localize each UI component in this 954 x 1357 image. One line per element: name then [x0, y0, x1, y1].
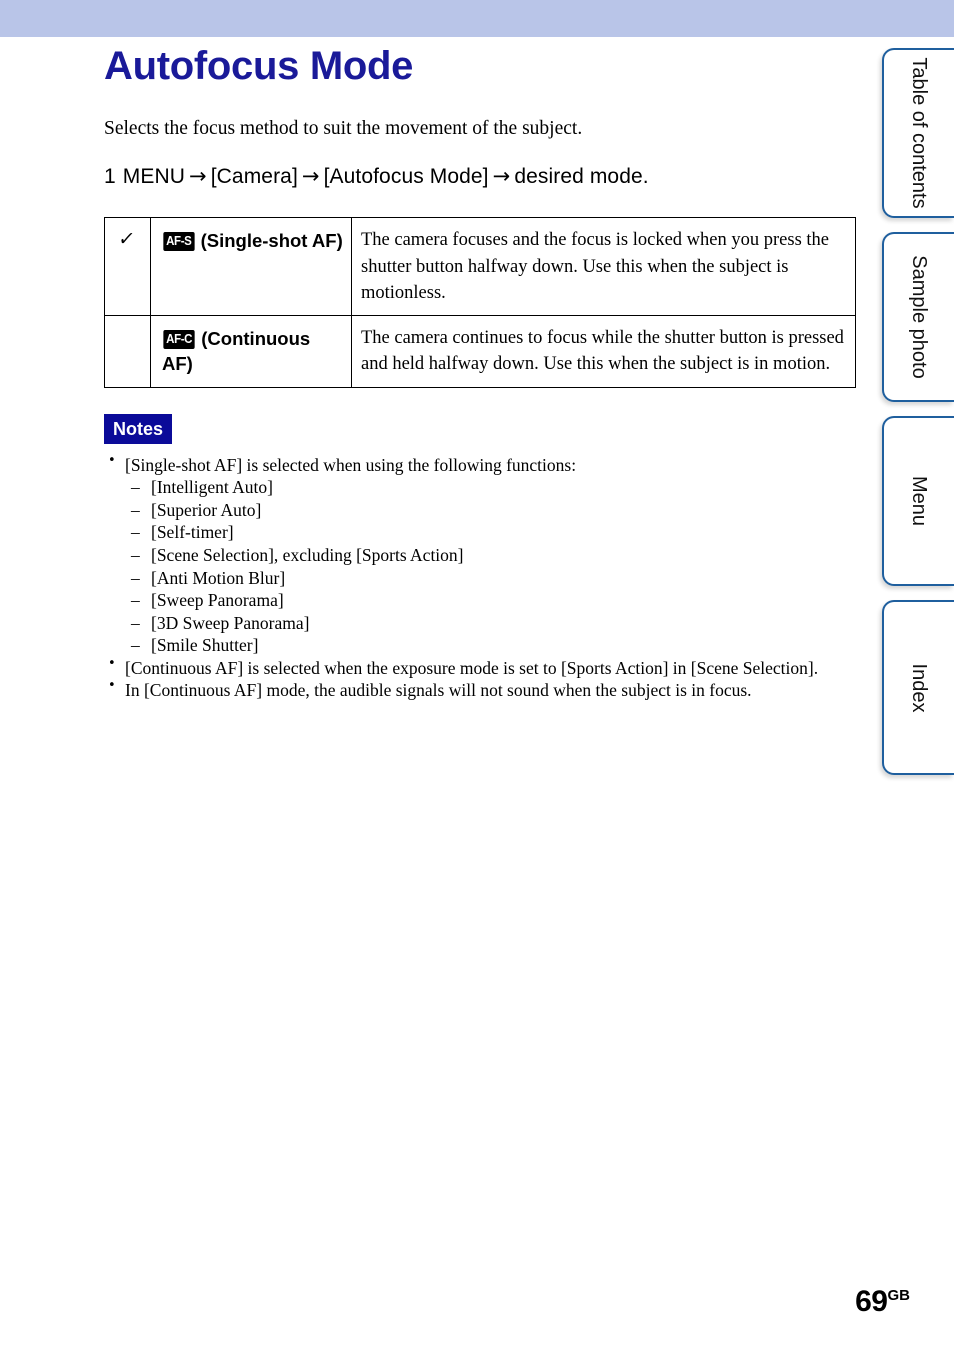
af-s-badge-icon: AF-S [163, 232, 195, 251]
mode-description-cell: The camera continues to focus while the … [351, 315, 856, 388]
mode-name-wrapper: AF-S (Single-shot AF) [151, 218, 351, 263]
step-menu-label: MENU [122, 165, 186, 189]
list-item: – [Scene Selection], excluding [Sports Ac… [125, 544, 856, 567]
dash-icon: – [131, 477, 140, 498]
mode-label: (Single-shot AF) [200, 230, 343, 252]
tab-table-of-contents[interactable]: Table of contents [882, 48, 954, 218]
list-item: – [Anti Motion Blur] [125, 567, 856, 590]
arrow-icon-3: → [492, 164, 511, 189]
note-text: [Single-shot AF] is selected when using … [125, 454, 577, 475]
dash-icon: – [131, 522, 140, 543]
dash-icon: – [131, 499, 140, 520]
autofocus-options-table: ✓ AF-S (Single-shot AF) The camera focuse… [104, 217, 856, 388]
page-title: Autofocus Mode [104, 44, 414, 88]
list-item: – [Intelligent Auto] [125, 476, 856, 499]
list-item: • [Single-shot AF] is selected when usin… [104, 452, 856, 657]
side-navigation-tabs: Table of contents Sample photo Menu Inde… [882, 48, 954, 789]
dash-icon: – [131, 635, 140, 656]
note-sub-text: [Smile Shutter] [151, 635, 259, 656]
dash-icon: – [131, 567, 140, 588]
bullet-icon: • [108, 452, 116, 468]
mode-name-cell: AF-S (Single-shot AF) [150, 217, 352, 317]
note-sub-text: [Sweep Panorama] [151, 590, 284, 611]
default-selection-cell [104, 315, 151, 388]
intro-description: Selects the focus method to suit the mov… [104, 117, 583, 139]
page-number-suffix: GB [887, 1287, 911, 1304]
tab-label: Sample photo [908, 255, 931, 379]
note-sub-text: [Anti Motion Blur] [151, 567, 286, 588]
page-number: 69GB [855, 1285, 910, 1319]
mode-description: The camera continues to focus while the … [361, 328, 844, 375]
step-part-desired-mode: desired mode. [514, 165, 649, 189]
table-row: AF-C (Continuous AF) The camera continues… [104, 315, 856, 388]
note-sub-text: [Self-timer] [151, 522, 234, 543]
tab-label: Index [908, 663, 931, 712]
tab-index[interactable]: Index [882, 600, 954, 775]
list-item: – [Smile Shutter] [125, 634, 856, 657]
note-sub-text: [Superior Auto] [151, 499, 262, 520]
menu-path-step: 1 MENU → [Camera] → [Autofocus Mode] → desired … [104, 141, 856, 189]
list-item: – [Superior Auto] [125, 499, 856, 522]
tab-label: Menu [908, 475, 931, 527]
checkmark-icon-empty [104, 316, 151, 328]
mode-description: The camera focuses and the focus is lock… [361, 230, 829, 303]
bullet-icon: • [108, 655, 116, 671]
dash-icon: – [131, 544, 140, 565]
notes-heading-badge: Notes [104, 413, 173, 444]
dash-icon: – [131, 590, 140, 611]
note-sub-text: [Intelligent Auto] [151, 477, 273, 498]
list-item: – [Self-timer] [125, 521, 856, 544]
dash-icon: – [131, 612, 140, 633]
list-item: • [Continuous AF] is selected when the e… [104, 655, 856, 680]
note-sub-text: [Scene Selection], excluding [Sports Act… [151, 544, 464, 565]
step-part-autofocus-mode: [Autofocus Mode] [323, 165, 489, 189]
note-text: [Continuous AF] is selected when the exp… [125, 657, 819, 678]
note-sub-list: – [Intelligent Auto] – [Superior Auto] – [S… [125, 476, 856, 657]
notes-list: • [Single-shot AF] is selected when usin… [104, 452, 856, 702]
tab-menu[interactable]: Menu [882, 416, 954, 586]
step-number: 1 [104, 165, 116, 189]
mode-name-wrapper: AF-C (Continuous AF) [151, 316, 351, 386]
step-part-camera: [Camera] [210, 165, 298, 189]
tab-label: Table of contents [908, 57, 931, 209]
list-item: – [3D Sweep Panorama] [125, 612, 856, 635]
checkmark-icon: ✓ [116, 228, 137, 251]
page-number-value: 69 [855, 1285, 888, 1318]
note-text: In [Continuous AF] mode, the audible sig… [125, 680, 752, 701]
af-c-badge-icon: AF-C [163, 330, 195, 349]
list-item: – [Sweep Panorama] [125, 589, 856, 612]
page-content: Autofocus Mode Selects the focus method … [104, 0, 856, 702]
arrow-icon-1: → [189, 164, 207, 189]
arrow-icon-2: → [301, 164, 320, 189]
table-row: ✓ AF-S (Single-shot AF) The camera focuse… [104, 217, 856, 317]
default-selection-cell: ✓ [104, 217, 151, 317]
mode-description-cell: The camera focuses and the focus is lock… [351, 217, 856, 317]
tab-sample-photo[interactable]: Sample photo [882, 232, 954, 402]
note-sub-text: [3D Sweep Panorama] [151, 612, 310, 633]
list-item: • In [Continuous AF] mode, the audible s… [104, 678, 856, 702]
mode-name-cell: AF-C (Continuous AF) [150, 315, 352, 388]
bullet-icon: • [108, 678, 116, 694]
